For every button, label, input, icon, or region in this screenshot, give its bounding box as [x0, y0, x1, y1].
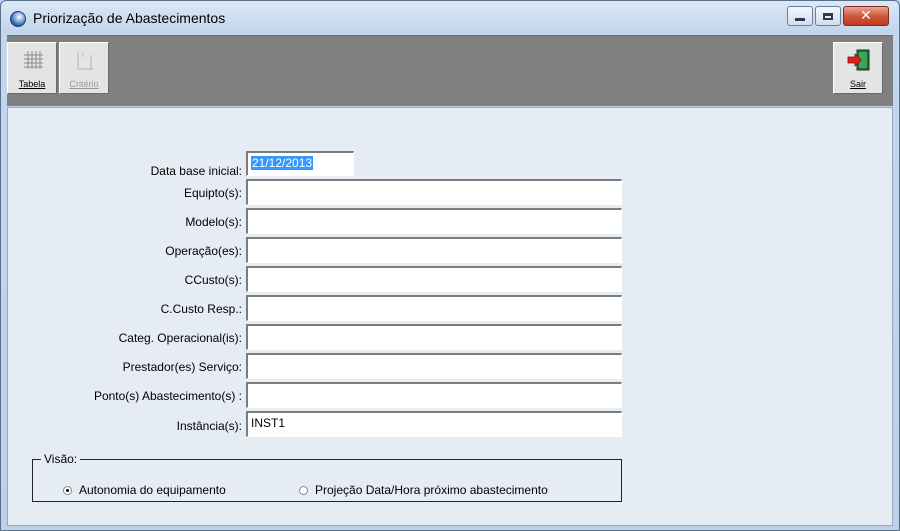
instancia-label: Instância(s):	[176, 419, 242, 433]
app-window: Priorização de Abastecimentos ✕ Tabela C…	[0, 0, 900, 531]
radio-autonomia-label: Autonomia do equipamento	[79, 483, 226, 497]
ponto-abastecimento-label: Ponto(s) Abastecimento(s) :	[93, 389, 242, 403]
close-button[interactable]: ✕	[843, 6, 889, 26]
ccusto-resp-label: C.Custo Resp.:	[160, 302, 242, 316]
toolbar: Tabela Critério Sair	[7, 35, 893, 106]
app-icon	[10, 11, 26, 27]
maximize-icon	[823, 12, 833, 20]
ponto-abastecimento-input[interactable]	[246, 382, 622, 408]
radio-projecao[interactable]: Projeção Data/Hora próximo abastecimento	[299, 483, 548, 497]
exit-door-icon	[847, 49, 870, 71]
visao-group: Visão: Autonomia do equipamento Projeção…	[32, 452, 622, 502]
criterio-button[interactable]: Critério	[59, 42, 109, 94]
minimize-icon	[795, 17, 805, 21]
ccusto-resp-input[interactable]	[246, 295, 622, 321]
tabela-button[interactable]: Tabela	[7, 42, 57, 94]
visao-legend: Visão:	[44, 452, 78, 466]
prestador-label: Prestador(es) Serviço:	[122, 360, 242, 374]
radio-autonomia[interactable]: Autonomia do equipamento	[63, 483, 226, 497]
radio-projecao-label: Projeção Data/Hora próximo abastecimento	[315, 483, 548, 497]
tabela-label: Tabela	[18, 79, 46, 89]
form-panel: Data base inicial: 21/12/2013 Equipto(s)…	[7, 107, 893, 526]
equipto-label: Equipto(s):	[183, 186, 242, 200]
operacao-label: Operação(es):	[165, 244, 242, 258]
modelo-input[interactable]	[246, 208, 622, 234]
sair-button[interactable]: Sair	[833, 42, 883, 94]
data-base-input[interactable]: 21/12/2013	[246, 151, 354, 176]
grid-table-icon	[24, 51, 43, 69]
instancia-input[interactable]: INST1	[246, 411, 622, 437]
close-icon: ✕	[860, 8, 872, 24]
categ-operacional-label: Categ. Operacional(is):	[118, 331, 242, 345]
ccusto-input[interactable]	[246, 266, 622, 292]
minimize-button[interactable]	[787, 6, 813, 26]
data-base-label: Data base inicial:	[150, 164, 242, 178]
categ-operacional-input[interactable]	[246, 324, 622, 350]
data-base-value: 21/12/2013	[251, 156, 314, 170]
title-bar[interactable]: Priorização de Abastecimentos ✕	[1, 1, 899, 35]
maximize-button[interactable]	[815, 6, 841, 26]
sair-label: Sair	[849, 79, 866, 89]
ccusto-label: CCusto(s):	[184, 273, 242, 287]
window-title: Priorização de Abastecimentos	[33, 10, 226, 26]
criteria-icon	[77, 51, 93, 70]
prestador-input[interactable]	[246, 353, 622, 379]
equipto-input[interactable]	[246, 179, 622, 205]
operacao-input[interactable]	[246, 237, 622, 263]
radio-checked-icon[interactable]	[63, 485, 72, 495]
criterio-label: Critério	[69, 79, 99, 89]
modelo-label: Modelo(s):	[185, 215, 242, 229]
radio-unchecked-icon[interactable]	[299, 485, 308, 495]
